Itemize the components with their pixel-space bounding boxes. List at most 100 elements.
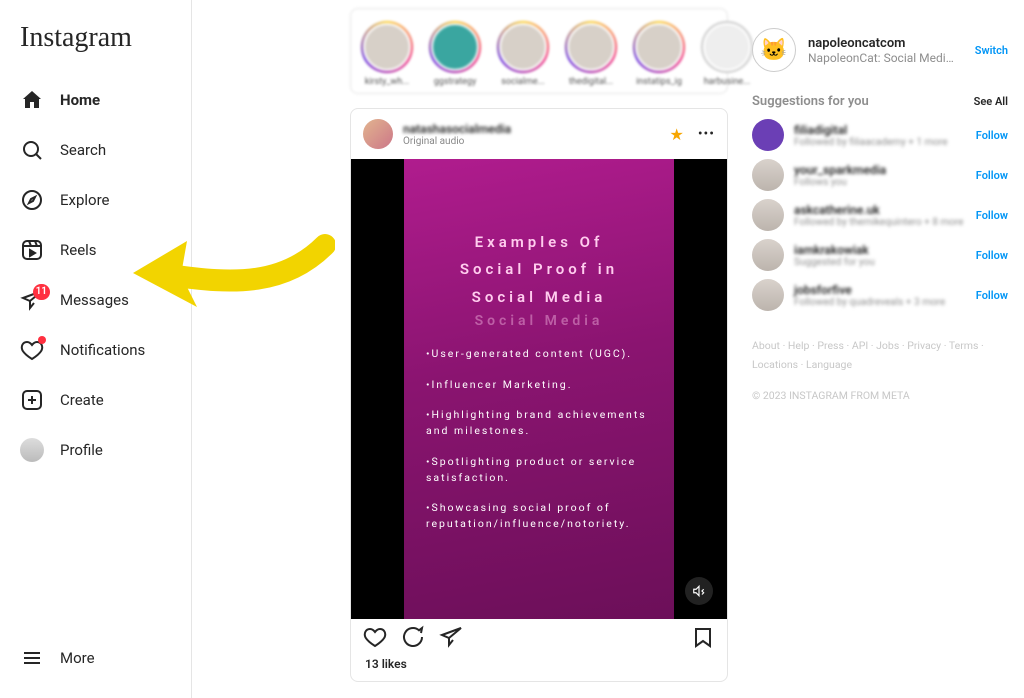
create-icon bbox=[20, 388, 44, 412]
nav-create[interactable]: Create bbox=[12, 376, 181, 424]
nav-label: Create bbox=[60, 391, 104, 409]
account-username[interactable]: napoleoncatcom bbox=[808, 36, 958, 51]
story-item[interactable]: ggstrategy bbox=[427, 21, 483, 87]
follow-button[interactable]: Follow bbox=[976, 129, 1008, 142]
comment-button[interactable] bbox=[401, 625, 425, 653]
footer-link[interactable]: Press bbox=[817, 339, 844, 352]
stories-tray[interactable]: kirsty_wh... ggstrategy socialme... thed… bbox=[350, 8, 728, 94]
nav-more[interactable]: More bbox=[12, 634, 181, 682]
post-author-avatar[interactable] bbox=[363, 119, 393, 149]
follow-button[interactable]: Follow bbox=[976, 289, 1008, 302]
suggestion-avatar[interactable] bbox=[752, 279, 784, 311]
hamburger-icon bbox=[20, 646, 44, 670]
nav-search[interactable]: Search bbox=[12, 126, 181, 174]
messages-icon: 11 bbox=[20, 288, 44, 312]
footer-link[interactable]: About bbox=[752, 339, 780, 352]
profile-avatar-icon bbox=[20, 438, 44, 462]
nav-label: Home bbox=[60, 91, 100, 109]
search-icon bbox=[20, 138, 44, 162]
story-item[interactable]: harbusine... bbox=[699, 21, 755, 87]
save-button[interactable] bbox=[691, 625, 715, 653]
follow-button[interactable]: Follow bbox=[976, 209, 1008, 222]
switch-account-link[interactable]: Switch bbox=[975, 44, 1008, 57]
compass-icon bbox=[20, 188, 44, 212]
suggestion-avatar[interactable] bbox=[752, 239, 784, 271]
suggestion-avatar[interactable] bbox=[752, 119, 784, 151]
story-item[interactable]: kirsty_wh... bbox=[359, 21, 415, 87]
suggestion-row: jobsforfiveFollowed by quadreveals + 3 m… bbox=[752, 279, 1008, 311]
suggestion-row: filiadigitalFollowed by filiaacademy + 1… bbox=[752, 119, 1008, 151]
nav-profile[interactable]: Profile bbox=[12, 426, 181, 474]
suggestions-header: Suggestions for you See All bbox=[752, 94, 1008, 109]
suggestion-row: iamkrakowiakSuggested for you Follow bbox=[752, 239, 1008, 271]
favorite-star-icon[interactable]: ★ bbox=[669, 125, 683, 144]
account-fullname: NapoleonCat: Social Media … bbox=[808, 51, 958, 65]
post-header: natashasocialmedia Original audio ★ ••• bbox=[351, 109, 727, 159]
footer-link[interactable]: Privacy bbox=[907, 339, 941, 352]
suggestion-username[interactable]: askcatherine.uk bbox=[794, 203, 964, 217]
suggestion-avatar[interactable] bbox=[752, 199, 784, 231]
nav-notifications[interactable]: Notifications bbox=[12, 326, 181, 374]
feed-post: natashasocialmedia Original audio ★ ••• … bbox=[350, 108, 728, 682]
story-item[interactable]: socialme... bbox=[495, 21, 551, 87]
suggestion-avatar[interactable] bbox=[752, 159, 784, 191]
nav-explore[interactable]: Explore bbox=[12, 176, 181, 224]
suggestion-sub: Followed by themikequintero + 8 more bbox=[794, 217, 964, 228]
suggestion-row: askcatherine.ukFollowed by themikequinte… bbox=[752, 199, 1008, 231]
post-media[interactable]: Examples Of Social Proof in Social Media… bbox=[351, 159, 727, 619]
mute-toggle[interactable] bbox=[685, 577, 713, 605]
like-button[interactable] bbox=[363, 625, 387, 653]
reels-icon bbox=[20, 238, 44, 262]
share-button[interactable] bbox=[439, 625, 463, 653]
notification-dot bbox=[38, 336, 46, 344]
suggestion-username[interactable]: iamkrakowiak bbox=[794, 243, 875, 257]
footer-link[interactable]: Terms bbox=[949, 339, 979, 352]
footer-link[interactable]: Jobs bbox=[876, 339, 899, 352]
nav-label: Notifications bbox=[60, 341, 145, 359]
heart-icon bbox=[20, 338, 44, 362]
post-author-name[interactable]: natashasocialmedia bbox=[403, 122, 511, 136]
suggestion-username[interactable]: jobsforfive bbox=[794, 283, 945, 297]
suggestions-title: Suggestions for you bbox=[752, 94, 869, 109]
account-switcher: 🐱 napoleoncatcom NapoleonCat: Social Med… bbox=[752, 28, 1008, 72]
footer-link[interactable]: Language bbox=[806, 358, 852, 371]
follow-button[interactable]: Follow bbox=[976, 169, 1008, 182]
sidebar: Instagram Home Search Explore Reels bbox=[0, 0, 192, 698]
likes-count[interactable]: 13 likes bbox=[351, 655, 727, 681]
footer-link[interactable]: API bbox=[852, 339, 868, 352]
instagram-logo[interactable]: Instagram bbox=[12, 18, 181, 76]
footer-links: About · Help · Press · API · Jobs · Priv… bbox=[752, 337, 1008, 375]
nav-messages[interactable]: 11 Messages bbox=[12, 276, 181, 324]
feed: kirsty_wh... ggstrategy socialme... thed… bbox=[350, 8, 728, 682]
suggestion-sub: Followed by filiaacademy + 1 more bbox=[794, 137, 948, 148]
post-audio-label[interactable]: Original audio bbox=[403, 136, 511, 147]
story-item[interactable]: instatips_ig bbox=[631, 21, 687, 87]
post-more-icon[interactable]: ••• bbox=[698, 126, 715, 142]
nav-reels[interactable]: Reels bbox=[12, 226, 181, 274]
suggestion-sub: Suggested for you bbox=[794, 257, 875, 268]
nav-list: Home Search Explore Reels 11 Mes bbox=[12, 76, 181, 474]
home-icon bbox=[20, 88, 44, 112]
follow-button[interactable]: Follow bbox=[976, 249, 1008, 262]
nav-label: Search bbox=[60, 141, 106, 159]
post-actions bbox=[351, 619, 727, 655]
nav-label: Explore bbox=[60, 191, 110, 209]
reel-content: Examples Of Social Proof in Social Media… bbox=[404, 159, 674, 619]
footer-link[interactable]: Help bbox=[788, 339, 810, 352]
messages-badge: 11 bbox=[33, 284, 50, 300]
see-all-link[interactable]: See All bbox=[974, 95, 1008, 108]
nav-label: Profile bbox=[60, 441, 103, 459]
footer-copyright: © 2023 INSTAGRAM FROM META bbox=[752, 389, 1008, 402]
nav-label: More bbox=[60, 649, 95, 667]
nav-home[interactable]: Home bbox=[12, 76, 181, 124]
suggestion-sub: Follows you bbox=[794, 177, 886, 188]
nav-label: Reels bbox=[60, 241, 97, 259]
suggestion-username[interactable]: your_sparkmedia bbox=[794, 163, 886, 177]
footer-link[interactable]: Locations bbox=[752, 358, 798, 371]
account-avatar[interactable]: 🐱 bbox=[752, 28, 796, 72]
suggestion-username[interactable]: filiadigital bbox=[794, 123, 948, 137]
story-item[interactable]: thedigital... bbox=[563, 21, 619, 87]
right-rail: 🐱 napoleoncatcom NapoleonCat: Social Med… bbox=[752, 28, 1008, 402]
suggestion-row: your_sparkmediaFollows you Follow bbox=[752, 159, 1008, 191]
suggestion-sub: Followed by quadreveals + 3 more bbox=[794, 297, 945, 308]
